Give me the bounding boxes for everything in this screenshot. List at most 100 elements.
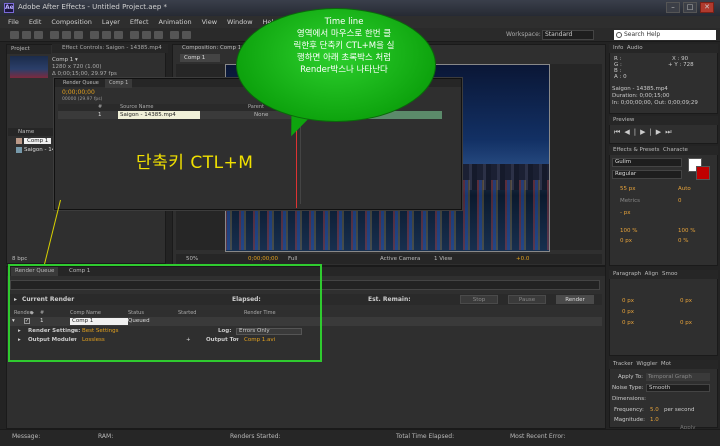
noise-type-select[interactable]: Smooth <box>646 384 710 392</box>
composition-footer: 50% 0;00;00;00 Full Active Camera 1 View… <box>176 254 602 264</box>
menu-effect[interactable]: Effect <box>130 16 149 28</box>
magnitude-value[interactable]: 1.0 <box>650 417 659 423</box>
maximize-button[interactable]: □ <box>683 2 697 13</box>
menu-file[interactable]: File <box>8 16 19 28</box>
layer-name[interactable]: Saigon - 14385.mp4 <box>118 111 200 119</box>
menu-edit[interactable]: Edit <box>29 16 42 28</box>
tab-paragraph[interactable]: Paragraph <box>613 271 641 277</box>
tab-composition[interactable]: Composition: Comp 1 <box>182 45 241 51</box>
zoom-select[interactable]: 50% <box>186 254 198 264</box>
tab-character[interactable]: Characte <box>663 147 688 153</box>
search-help-input[interactable]: Search Help <box>614 30 716 40</box>
column-number: # <box>98 104 103 110</box>
pan-behind-tool-icon[interactable] <box>74 31 83 39</box>
stroke-color-swatch[interactable] <box>696 166 710 180</box>
leading-value[interactable]: Auto <box>678 186 691 192</box>
baseline-shift-value[interactable]: 0 px <box>620 238 632 244</box>
project-item-label: Comp 1 <box>24 138 52 144</box>
info-a: A : 0 <box>614 74 627 80</box>
apply-to-select[interactable]: Temporal Graph <box>646 373 710 381</box>
timeline-timecode[interactable]: 0;00;00;00 <box>62 89 95 96</box>
first-frame-icon[interactable]: ⏮ <box>614 128 624 136</box>
tab-comp-1[interactable]: Comp 1 <box>105 79 133 88</box>
apply-to-label: Apply To: <box>618 374 643 380</box>
layer-parent-select[interactable]: None <box>254 111 268 119</box>
selection-tool-icon[interactable] <box>10 31 19 39</box>
info-in-out: In: 0;00;00;00, Out: 0;00;09;29 <box>612 100 698 106</box>
views-select[interactable]: 1 View <box>434 254 452 264</box>
font-size-value[interactable]: 55 px <box>620 186 636 192</box>
layer-index: 1 <box>98 112 102 118</box>
tracking-value[interactable]: 0 <box>678 198 682 204</box>
indent-right-value[interactable]: 0 px <box>680 298 692 304</box>
indent-first-value[interactable]: 0 px <box>622 309 634 315</box>
font-style-select[interactable]: Regular <box>612 170 682 179</box>
info-y: + Y : 728 <box>668 62 694 68</box>
tab-info[interactable]: Info <box>613 45 623 51</box>
last-frame-icon[interactable]: ⏭ <box>665 128 675 136</box>
prev-frame-icon[interactable]: ◀| <box>624 128 640 136</box>
info-file: Saigon - 14385.mp4 <box>612 86 668 92</box>
comp-timecode[interactable]: 0;00;00;00 <box>248 254 278 264</box>
menu-view[interactable]: View <box>202 16 217 28</box>
tab-audio[interactable]: Audio <box>627 45 643 51</box>
column-parent: Parent <box>248 104 265 110</box>
status-recent-error: Most Recent Error: <box>510 433 566 440</box>
font-family-select[interactable]: Gulim <box>612 158 682 167</box>
preview-controls[interactable]: ⏮◀|▶|▶⏭ <box>614 128 676 137</box>
menu-window[interactable]: Window <box>227 16 253 28</box>
dimensions-label: Dimensions: <box>612 396 646 402</box>
menu-animation[interactable]: Animation <box>159 16 192 28</box>
next-frame-icon[interactable]: |▶ <box>649 128 665 136</box>
clone-tool-icon[interactable] <box>142 31 151 39</box>
horizontal-scale-value[interactable]: 100 % <box>678 228 695 234</box>
hand-tool-icon[interactable] <box>22 31 31 39</box>
status-message: Message: <box>12 433 41 440</box>
eraser-tool-icon[interactable] <box>154 31 163 39</box>
minimize-button[interactable]: – <box>666 2 680 13</box>
zoom-tool-icon[interactable] <box>34 31 43 39</box>
tab-preview[interactable]: Preview <box>609 116 718 125</box>
callout-text: Time line 영역에서 마우스로 한번 클 릭한후 단축키 CTL+M을 … <box>293 17 395 75</box>
puppet-tool-icon[interactable] <box>182 31 191 39</box>
close-button[interactable]: ✕ <box>700 2 714 13</box>
rotate-tool-icon[interactable] <box>50 31 59 39</box>
indent-left-value[interactable]: 0 px <box>622 298 634 304</box>
tab-wiggler[interactable]: Wiggler <box>636 361 657 367</box>
tab-effects-presets[interactable]: Effects & Presets <box>613 147 660 153</box>
mask-tool-icon[interactable] <box>90 31 99 39</box>
roto-brush-tool-icon[interactable] <box>170 31 179 39</box>
frequency-value[interactable]: 5.0 <box>650 407 659 413</box>
resolution-select[interactable]: Full <box>288 254 297 264</box>
app-logo-icon: Ae <box>4 3 14 13</box>
workspace-select[interactable]: Standard <box>542 30 594 40</box>
tab-effect-controls[interactable]: Effect Controls: Saigon - 14385.mp4 <box>52 44 168 53</box>
render-button[interactable]: Render <box>556 295 594 304</box>
pen-tool-icon[interactable] <box>102 31 111 39</box>
tab-render-queue[interactable]: Render Queue <box>59 79 103 88</box>
brush-tool-icon[interactable] <box>130 31 139 39</box>
kerning-value[interactable]: Metrics <box>620 198 640 204</box>
menu-layer[interactable]: Layer <box>102 16 120 28</box>
camera-select[interactable]: Active Camera <box>380 254 420 264</box>
comp-navigator-label[interactable]: Comp 1 <box>180 54 220 62</box>
stop-button[interactable]: Stop <box>460 295 498 304</box>
pause-button[interactable]: Pause <box>508 295 546 304</box>
menu-composition[interactable]: Composition <box>51 16 92 28</box>
stroke-width-value[interactable]: - px <box>620 210 630 216</box>
space-before-value[interactable]: 0 px <box>622 320 634 326</box>
tab-project[interactable]: Project <box>7 45 34 54</box>
tab-smoother[interactable]: Smoo <box>662 271 678 277</box>
paragraph-tab-bar: Paragraph Align Smoo <box>609 270 718 279</box>
vertical-scale-value[interactable]: 100 % <box>620 228 637 234</box>
tab-align[interactable]: Align <box>645 271 659 277</box>
tab-tracker[interactable]: Tracker <box>613 361 633 367</box>
exposure-value[interactable]: +0.0 <box>516 254 529 264</box>
column-source-name[interactable]: Source Name <box>120 104 154 111</box>
bpc-indicator[interactable]: 8 bpc <box>12 256 27 262</box>
tab-motion-sketch[interactable]: Mot <box>661 361 671 367</box>
camera-tool-icon[interactable] <box>62 31 71 39</box>
tsume-value[interactable]: 0 % <box>678 238 688 244</box>
type-tool-icon[interactable] <box>114 31 123 39</box>
space-after-value[interactable]: 0 px <box>680 320 692 326</box>
